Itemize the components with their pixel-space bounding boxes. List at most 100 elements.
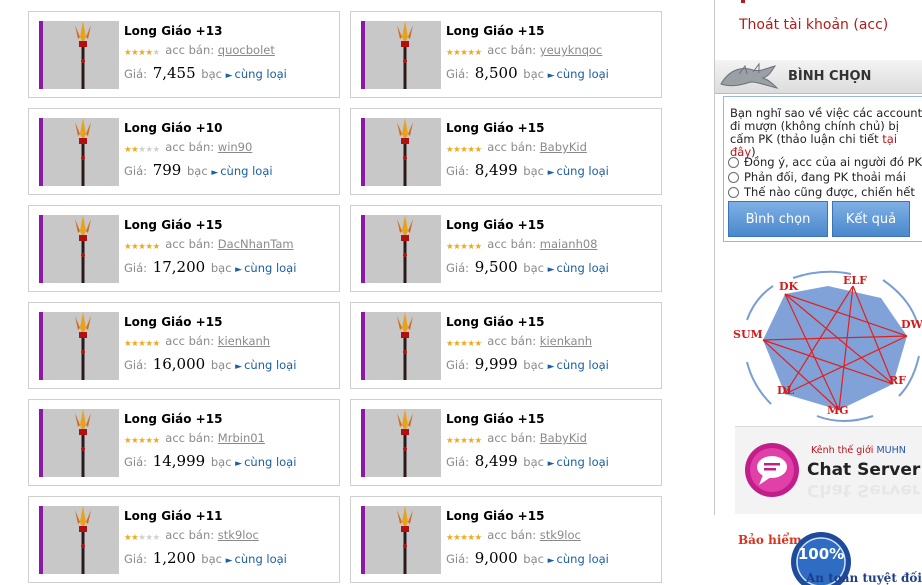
same-type-link[interactable]: cùng loại — [244, 261, 296, 275]
item-title[interactable]: Long Giáo +15 — [124, 315, 222, 329]
item-thumbnail[interactable] — [361, 312, 441, 380]
item-thumbnail[interactable] — [361, 506, 441, 574]
seller-link[interactable]: stk9loc — [218, 528, 259, 542]
same-type-link[interactable]: cùng loại — [244, 358, 296, 372]
same-type-link[interactable]: cùng loại — [235, 67, 287, 81]
price-value: 7,455 — [152, 64, 196, 82]
price-label: Giá: — [124, 261, 148, 275]
seller-label: acc bán: — [487, 431, 537, 445]
chat-server-banner[interactable]: Kênh thế giới MUHN Chat Server Chat Serv… — [735, 426, 922, 514]
item-thumbnail[interactable] — [39, 215, 119, 283]
same-type-link[interactable]: cùng loại — [557, 455, 609, 469]
item-thumbnail[interactable] — [361, 21, 441, 89]
insurance-badge[interactable]: Bảo hiểm độ 100% An toàn tuyệt đối — [736, 527, 922, 585]
item-thumbnail[interactable] — [39, 118, 119, 186]
seller-link[interactable]: BabyKid — [540, 140, 587, 154]
poll-option-oppose[interactable]: Phản đối, đang PK thoải mái — [728, 170, 906, 184]
seller-link[interactable]: kienkanh — [218, 334, 270, 348]
item-title[interactable]: Long Giáo +15 — [446, 24, 544, 38]
rating-stars: ★★★★★ — [124, 238, 160, 252]
vote-title: BÌNH CHỌN — [788, 69, 872, 84]
item-title[interactable]: Long Giáo +11 — [124, 509, 222, 523]
listing-card[interactable]: Long Giáo +15 ★★★★★ acc bán: DacNhanTam … — [28, 205, 340, 292]
poll-option-agree[interactable]: Đồng ý, acc của ai người đó PK — [728, 155, 922, 169]
insurance-subtext: An toàn tuyệt đối — [806, 571, 922, 585]
listing-card[interactable]: Long Giáo +10 ★★★★★ acc bán: win90 Giá: … — [28, 108, 340, 195]
same-type-link[interactable]: cùng loại — [557, 552, 609, 566]
result-button[interactable]: Kết quả — [832, 201, 910, 237]
spear-icon — [75, 21, 91, 89]
item-thumbnail[interactable] — [39, 21, 119, 89]
item-thumbnail[interactable] — [39, 312, 119, 380]
rating-stars: ★★★★★ — [446, 432, 482, 446]
listing-card[interactable]: Long Giáo +13 ★★★★★ acc bán: quocbolet G… — [28, 11, 340, 98]
star-icon: ★ — [467, 144, 475, 155]
spear-icon — [397, 21, 413, 89]
vote-button[interactable]: Bình chọn — [728, 201, 828, 237]
seller-link[interactable]: win90 — [218, 140, 253, 154]
item-thumbnail[interactable] — [361, 409, 441, 477]
logout-link[interactable]: Thoát tài khoản (acc) — [739, 17, 888, 33]
item-thumbnail[interactable] — [39, 409, 119, 477]
radio-icon[interactable] — [728, 186, 739, 198]
seller-link[interactable]: DacNhanTam — [218, 237, 294, 251]
item-thumbnail[interactable] — [361, 215, 441, 283]
poll-option-neutral[interactable]: Thế nào cũng được, chiến hết — [728, 185, 915, 199]
item-title[interactable]: Long Giáo +15 — [446, 121, 544, 135]
listing-card[interactable]: Long Giáo +15 ★★★★★ acc bán: kienkanh Gi… — [28, 302, 340, 389]
radio-icon[interactable] — [728, 156, 739, 168]
item-title[interactable]: Long Giáo +13 — [124, 24, 222, 38]
same-type-link[interactable]: cùng loại — [220, 164, 272, 178]
seller-link[interactable]: Mrbin01 — [218, 431, 265, 445]
listing-card[interactable]: Long Giáo +15 ★★★★★ acc bán: maianh08 Gi… — [350, 205, 662, 292]
item-title[interactable]: Long Giáo +15 — [124, 412, 222, 426]
vote-header: BÌNH CHỌN — [715, 60, 922, 94]
rating-stars: ★★★★★ — [124, 335, 160, 349]
seller-link[interactable]: stk9loc — [540, 528, 581, 542]
radio-icon[interactable] — [728, 171, 739, 183]
listing-card[interactable]: Long Giáo +15 ★★★★★ acc bán: yeuyknqoc G… — [350, 11, 662, 98]
seller-link[interactable]: maianh08 — [540, 237, 598, 251]
price-label: Giá: — [124, 67, 148, 81]
price-value: 9,000 — [474, 549, 518, 567]
item-title[interactable]: Long Giáo +10 — [124, 121, 222, 135]
seller-link[interactable]: kienkanh — [540, 334, 592, 348]
star-icon: ★ — [467, 47, 475, 58]
same-type-link[interactable]: cùng loại — [557, 261, 609, 275]
listing-card[interactable]: Long Giáo +15 ★★★★★ acc bán: BabyKid Giá… — [350, 108, 662, 195]
listing-card[interactable]: Long Giáo +15 ★★★★★ acc bán: Mrbin01 Giá… — [28, 399, 340, 486]
spear-icon — [397, 312, 413, 380]
item-title[interactable]: Long Giáo +15 — [446, 509, 544, 523]
seller-row: ★★★★★ acc bán: quocbolet — [124, 43, 275, 58]
same-type-link[interactable]: cùng loại — [235, 552, 287, 566]
seller-link[interactable]: quocbolet — [218, 43, 275, 57]
price-unit: bạc — [201, 552, 222, 566]
listing-card[interactable]: Long Giáo +15 ★★★★★ acc bán: stk9loc Giá… — [350, 496, 662, 583]
item-thumbnail[interactable] — [39, 506, 119, 574]
class-label: RF — [889, 374, 906, 387]
listing-card[interactable]: Long Giáo +15 ★★★★★ acc bán: kienkanh Gi… — [350, 302, 662, 389]
item-title[interactable]: Long Giáo +15 — [446, 218, 544, 232]
same-type-link[interactable]: cùng loại — [244, 455, 296, 469]
price-label: Giá: — [446, 552, 470, 566]
item-title[interactable]: Long Giáo +15 — [124, 218, 222, 232]
same-type-link[interactable]: cùng loại — [557, 164, 609, 178]
price-unit: bạc — [523, 552, 544, 566]
item-thumbnail[interactable] — [361, 118, 441, 186]
price-row: Giá: 8,500 bạc ► cùng loại — [446, 64, 609, 82]
listing-card[interactable]: Long Giáo +15 ★★★★★ acc bán: BabyKid Giá… — [350, 399, 662, 486]
price-row: Giá: 16,000 bạc ► cùng loại — [124, 355, 296, 373]
listing-card[interactable]: Long Giáo +11 ★★★★★ acc bán: stk9loc Giá… — [28, 496, 340, 583]
seller-link[interactable]: BabyKid — [540, 431, 587, 445]
item-title[interactable]: Long Giáo +15 — [446, 412, 544, 426]
dragon-icon — [720, 62, 779, 89]
star-icon: ★ — [152, 47, 161, 58]
same-type-link[interactable]: cùng loại — [557, 67, 609, 81]
star-icon: ★ — [145, 241, 153, 252]
seller-link[interactable]: yeuyknqoc — [540, 43, 603, 57]
item-title[interactable]: Long Giáo +15 — [446, 315, 544, 329]
seller-label: acc bán: — [165, 140, 215, 154]
same-type-link[interactable]: cùng loại — [557, 358, 609, 372]
price-label: Giá: — [124, 358, 148, 372]
star-icon: ★ — [474, 532, 483, 543]
